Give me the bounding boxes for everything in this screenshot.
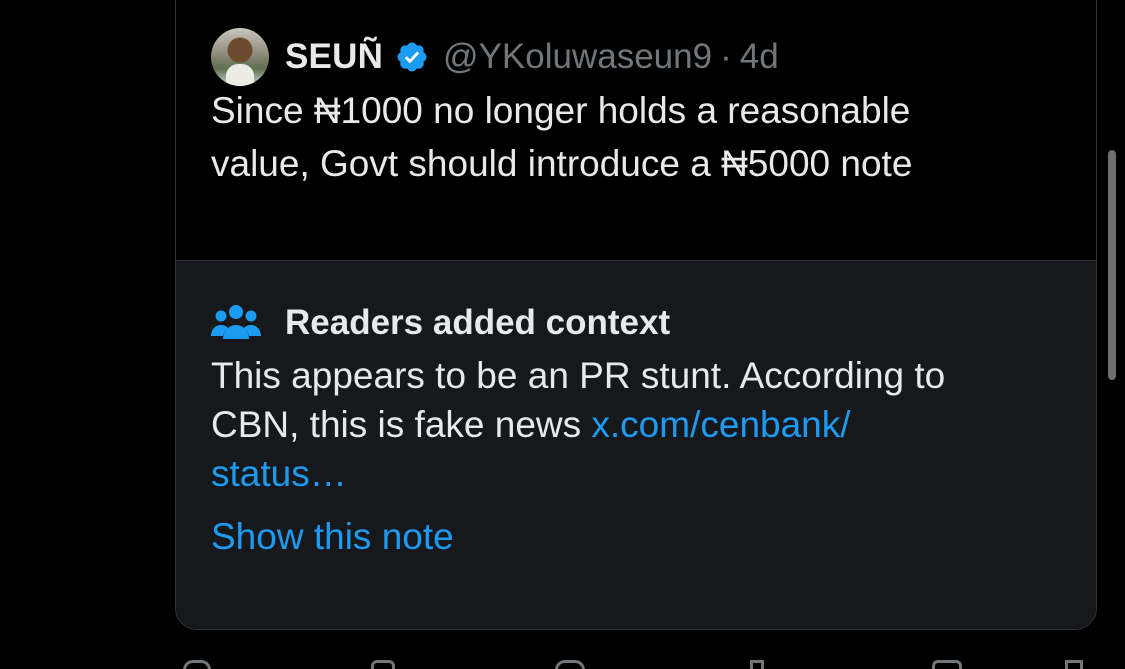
quoted-tweet-body[interactable]: SEUÑ @YKoluwaseun9 · 4d Since ₦1000 no l… bbox=[176, 0, 1096, 261]
note-text-line-2: CBN, this is fake news x.com/cenbank/ bbox=[211, 400, 1081, 449]
show-this-note-link[interactable]: Show this note bbox=[211, 516, 454, 558]
note-text-line-2-text: CBN, this is fake news bbox=[211, 404, 592, 445]
author-row: SEUÑ @YKoluwaseun9 · 4d bbox=[211, 28, 779, 86]
views-icon[interactable] bbox=[750, 660, 764, 669]
author-handle[interactable]: @YKoluwaseun9 bbox=[443, 37, 712, 77]
community-note-text: This appears to be an PR stunt. Accordin… bbox=[211, 351, 1081, 498]
verified-badge-icon bbox=[395, 40, 429, 74]
note-source-link[interactable]: x.com/cenbank/ bbox=[591, 404, 850, 445]
like-icon[interactable] bbox=[555, 660, 585, 669]
community-note-title: Readers added context bbox=[285, 303, 671, 342]
separator-dot: · bbox=[720, 37, 732, 76]
scrollbar[interactable] bbox=[1108, 150, 1116, 380]
avatar[interactable] bbox=[211, 28, 269, 86]
people-icon bbox=[211, 303, 261, 343]
reply-icon[interactable] bbox=[183, 660, 211, 669]
bookmark-icon[interactable] bbox=[932, 660, 962, 669]
tweet-timestamp[interactable]: 4d bbox=[740, 37, 779, 77]
tweet-text-line-2: value, Govt should introduce a ₦5000 not… bbox=[211, 143, 913, 184]
share-icon[interactable] bbox=[1065, 660, 1083, 669]
note-text-line-1: This appears to be an PR stunt. Accordin… bbox=[211, 355, 946, 396]
quoted-tweet-card[interactable]: SEUÑ @YKoluwaseun9 · 4d Since ₦1000 no l… bbox=[175, 0, 1097, 630]
community-note: Readers added context This appears to be… bbox=[176, 260, 1096, 629]
screen: SEUÑ @YKoluwaseun9 · 4d Since ₦1000 no l… bbox=[0, 0, 1125, 669]
tweet-text-line-1: Since ₦1000 no longer holds a reasonable bbox=[211, 90, 911, 131]
quoted-tweet-text: Since ₦1000 no longer holds a reasonable… bbox=[211, 84, 1071, 190]
note-source-link-continued[interactable]: status… bbox=[211, 449, 1081, 498]
author-name[interactable]: SEUÑ bbox=[285, 37, 383, 77]
retweet-icon[interactable] bbox=[371, 660, 395, 669]
community-note-header: Readers added context bbox=[211, 303, 670, 343]
tweet-action-bar bbox=[175, 658, 1097, 669]
